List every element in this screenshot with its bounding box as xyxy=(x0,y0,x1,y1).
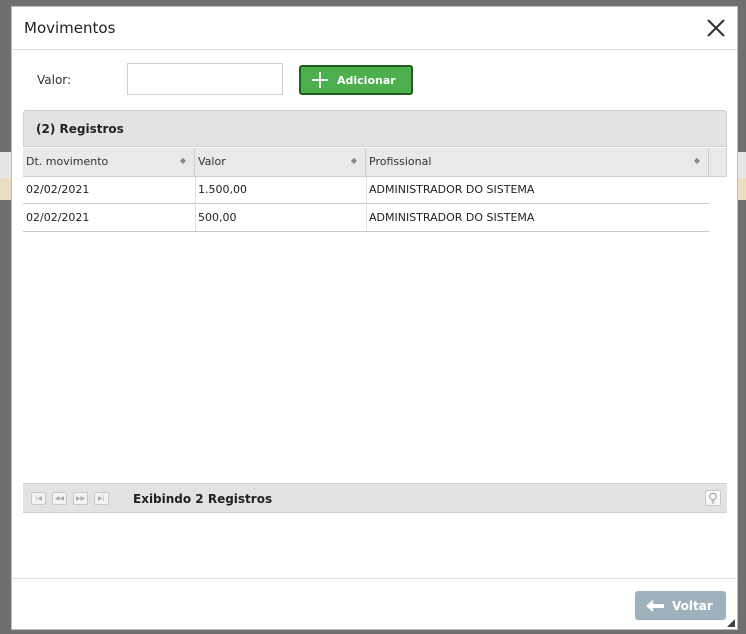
grid-title-bar: (2) Registros xyxy=(23,110,727,147)
dialog-title: Movimentos xyxy=(24,19,116,37)
first-page-icon[interactable]: |◀ xyxy=(31,492,46,505)
valor-label: Valor: xyxy=(37,73,72,87)
cell-valor: 1.500,00 xyxy=(198,183,247,196)
column-divider xyxy=(195,205,196,231)
plus-icon xyxy=(312,72,328,88)
last-page-icon[interactable]: ▶| xyxy=(94,492,109,505)
table-row[interactable]: 02/02/2021 500,00 ADMINISTRADOR DO SISTE… xyxy=(23,205,709,232)
voltar-button-label: Voltar xyxy=(672,598,713,613)
cell-dt-movimento: 02/02/2021 xyxy=(26,183,90,196)
column-divider xyxy=(366,205,367,231)
column-header-dt-movimento[interactable]: Dt. movimento ◆ xyxy=(23,148,195,177)
cell-dt-movimento: 02/02/2021 xyxy=(26,211,90,224)
movimentos-dialog: Movimentos Valor: Adicionar (2) Registro… xyxy=(11,6,738,630)
lightbulb-icon[interactable] xyxy=(705,490,721,506)
column-header-filler xyxy=(709,148,727,177)
column-divider xyxy=(366,177,367,203)
column-header-profissional[interactable]: Profissional ◆ xyxy=(366,148,709,177)
sort-icon: ◆ xyxy=(693,156,700,165)
add-button[interactable]: Adicionar xyxy=(299,65,413,95)
prev-page-icon[interactable]: ◀◀ xyxy=(52,492,67,505)
valor-input[interactable] xyxy=(127,63,283,95)
title-divider xyxy=(12,49,737,50)
sort-icon: ◆ xyxy=(350,156,357,165)
column-header-valor[interactable]: Valor ◆ xyxy=(195,148,366,177)
grid-title: (2) Registros xyxy=(36,122,124,136)
resize-handle-icon[interactable] xyxy=(727,619,735,627)
next-page-icon[interactable]: ▶▶ xyxy=(73,492,88,505)
sort-icon: ◆ xyxy=(179,156,186,165)
cell-valor: 500,00 xyxy=(198,211,237,224)
cell-profissional: ADMINISTRADOR DO SISTEMA xyxy=(369,183,535,196)
column-divider xyxy=(195,177,196,203)
column-label: Profissional xyxy=(369,155,432,168)
column-label: Valor xyxy=(198,155,226,168)
column-label: Dt. movimento xyxy=(26,155,109,168)
cell-profissional: ADMINISTRADOR DO SISTEMA xyxy=(369,211,535,224)
add-button-label: Adicionar xyxy=(337,73,396,87)
footer-divider xyxy=(12,578,737,579)
pager-text: Exibindo 2 Registros xyxy=(133,492,273,506)
table-row[interactable]: 02/02/2021 1.500,00 ADMINISTRADOR DO SIS… xyxy=(23,177,709,204)
voltar-button[interactable]: Voltar xyxy=(635,591,726,620)
close-icon[interactable] xyxy=(705,17,727,39)
grid-pager: |◀ ◀◀ ▶▶ ▶| Exibindo 2 Registros xyxy=(23,483,727,513)
arrow-left-icon xyxy=(646,599,664,612)
